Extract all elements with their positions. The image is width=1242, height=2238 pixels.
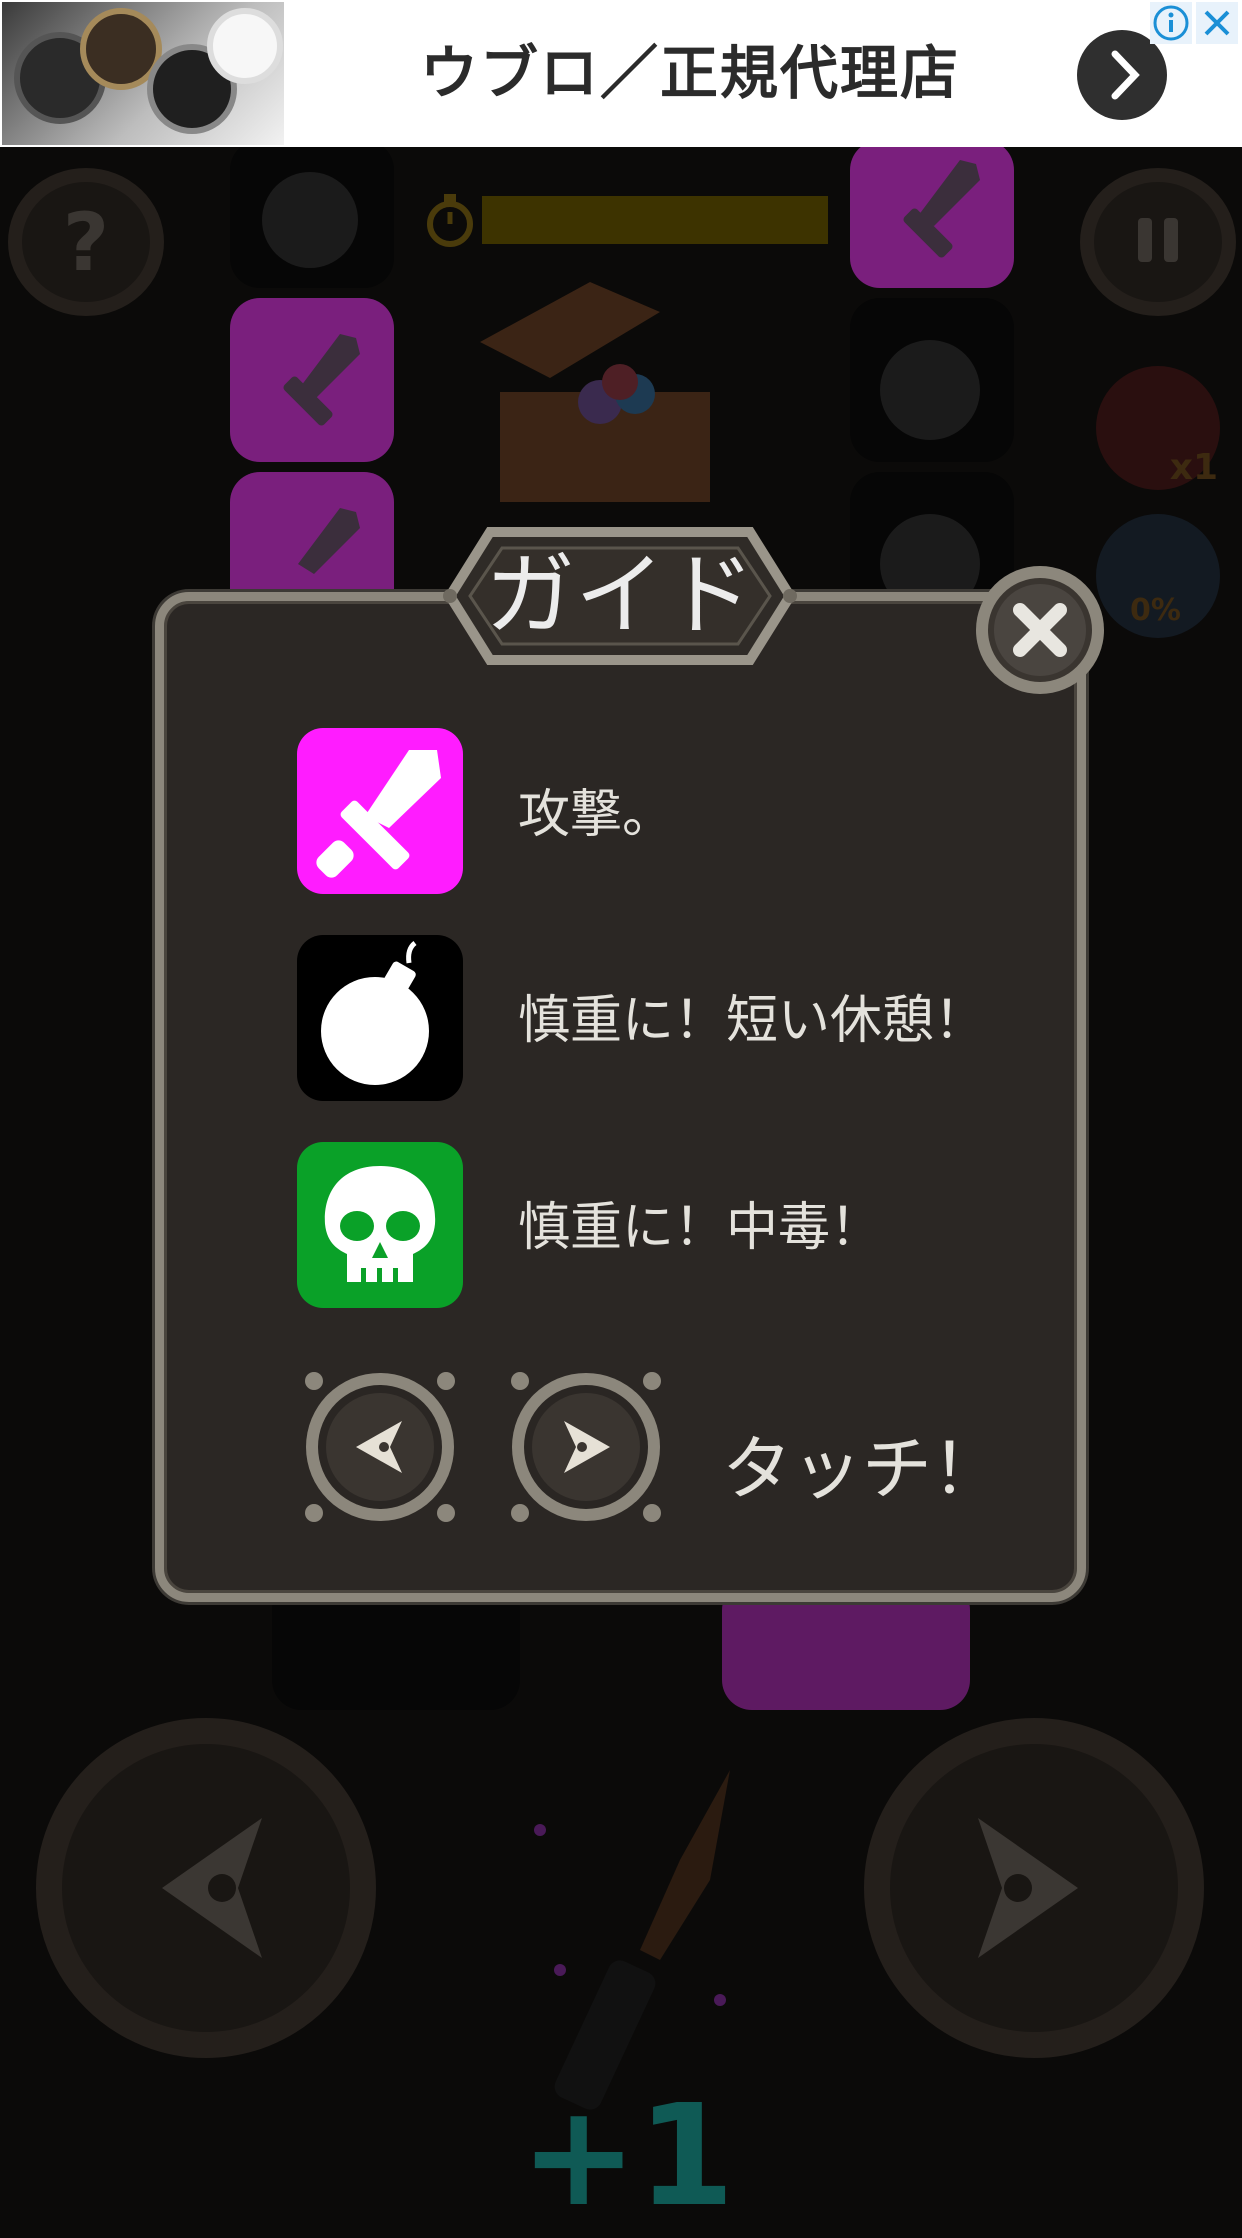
item-booster[interactable]: x1	[1096, 366, 1220, 490]
close-guide-button[interactable]	[966, 560, 1114, 700]
dagger-icon	[534, 1770, 730, 2110]
help-button[interactable]: ?	[8, 168, 164, 316]
bomb-icon	[262, 172, 358, 268]
arrow-right-icon	[511, 1372, 661, 1522]
guide-sword-text: 攻撃。	[518, 785, 675, 845]
guide-title: ガイド	[485, 543, 755, 648]
sword-icon	[283, 334, 360, 426]
arrow-left-icon	[305, 1372, 455, 1522]
score-plus: +1	[520, 2075, 735, 2238]
guide-skull-text: 慎重に！中毒！	[518, 1198, 883, 1258]
skull-icon	[324, 1166, 436, 1282]
move-left-button[interactable]	[36, 1718, 376, 2058]
arrow-left-icon	[162, 1818, 262, 1958]
bomb-icon	[321, 941, 429, 1085]
ad-image[interactable]	[2, 2, 284, 145]
guide-bomb-tile	[297, 935, 463, 1101]
tile-bomb	[850, 298, 1014, 462]
tile-sword	[230, 298, 394, 462]
guide-bomb-text: 慎重に！短い休憩！	[518, 991, 987, 1051]
timer-bar	[482, 196, 828, 244]
move-right-button[interactable]	[864, 1718, 1204, 2058]
tile-sword	[850, 140, 1014, 288]
info-icon	[1153, 5, 1189, 41]
ad-banner[interactable]: ウブロ／正規代理店	[0, 0, 1242, 147]
ad-close-button[interactable]	[1196, 2, 1238, 44]
close-icon	[976, 566, 1104, 694]
ad-title[interactable]: ウブロ／正規代理店	[290, 0, 1090, 147]
sword-icon	[903, 160, 980, 258]
guide-right-button[interactable]	[504, 1365, 668, 1529]
ad-info-button[interactable]	[1150, 2, 1192, 44]
tile-bomb	[230, 140, 394, 288]
close-icon	[1204, 10, 1230, 36]
item-shield-percent: 0%	[1130, 593, 1181, 628]
pause-icon	[1138, 218, 1178, 262]
question-icon: ?	[63, 196, 109, 289]
svg-text:?: ?	[63, 196, 109, 289]
treasure-chest-icon	[480, 282, 710, 502]
bomb-icon	[880, 340, 980, 440]
arrow-right-icon	[978, 1818, 1078, 1958]
guide-skull-tile	[297, 1142, 463, 1308]
item-shield[interactable]: 0%	[1096, 514, 1220, 638]
guide-left-button[interactable]	[298, 1365, 462, 1529]
sword-icon	[316, 750, 441, 878]
guide-sword-tile	[297, 728, 463, 894]
pause-button[interactable]	[1080, 168, 1236, 316]
stopwatch-icon	[427, 194, 473, 247]
guide-touch-text: タッチ！	[722, 1428, 1002, 1510]
item-booster-count: x1	[1169, 447, 1218, 488]
